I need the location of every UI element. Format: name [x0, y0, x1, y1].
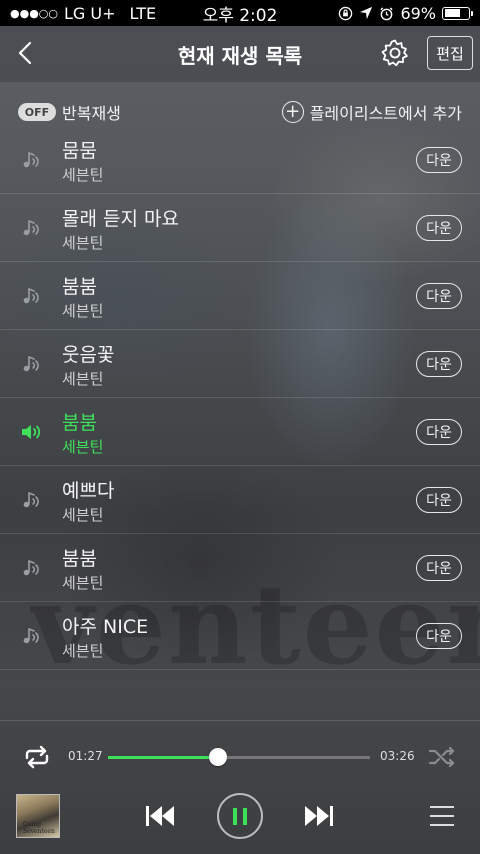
add-from-playlist-label: 플레이리스트에서 추가	[309, 104, 462, 123]
download-button[interactable]: 다운	[416, 351, 462, 377]
battery-percent: 69%	[400, 3, 436, 23]
hamburger-menu-icon[interactable]	[428, 803, 456, 829]
track-title: 아주 NICE	[62, 616, 149, 638]
note-sound-icon	[23, 288, 39, 304]
track-row[interactable]: 붐붐세븐틴 다운	[0, 534, 480, 602]
download-button[interactable]: 다운	[416, 487, 462, 513]
note-sound-icon	[23, 220, 39, 236]
skip-previous-icon[interactable]	[143, 801, 177, 831]
track-artist: 세븐틴	[62, 166, 104, 184]
alarm-icon	[380, 6, 394, 20]
track-title: 붐붐	[62, 276, 97, 298]
status-right: 69%	[300, 3, 473, 23]
album-art-thumbnail[interactable]: Going Seventeen	[16, 794, 60, 838]
track-row[interactable]: 웃음꽃세븐틴 다운	[0, 330, 480, 398]
progress-slider[interactable]	[108, 748, 370, 766]
plus-circle-icon: +	[281, 101, 304, 123]
network-label: LTE	[129, 3, 157, 23]
track-title: 예쁘다	[62, 480, 115, 502]
album-thumb-text: Going Seventeen	[23, 821, 55, 835]
track-title: 붐붐	[62, 412, 97, 434]
track-artist: 세븐틴	[62, 302, 104, 320]
note-sound-icon	[23, 356, 39, 372]
repeat-toggle[interactable]: OFF	[18, 103, 56, 121]
note-sound-icon	[23, 492, 39, 508]
page-title: 현재 재생 목록	[177, 43, 303, 68]
track-artist: 세븐틴	[62, 506, 104, 524]
back-chevron-icon[interactable]	[12, 38, 42, 68]
pause-icon	[233, 808, 237, 825]
gear-icon[interactable]	[380, 38, 410, 68]
add-from-playlist-button[interactable]: + 플레이리스트에서 추가	[281, 100, 462, 124]
location-arrow-icon	[360, 6, 373, 20]
skip-next-icon[interactable]	[302, 801, 336, 831]
carrier-label: LG U+	[64, 3, 116, 23]
track-artist: 세븐틴	[62, 370, 104, 388]
track-row[interactable]: 예쁘다세븐틴 다운	[0, 466, 480, 534]
download-button[interactable]: 다운	[416, 147, 462, 173]
signal-strength-icon: ●●●○○	[10, 6, 58, 20]
download-button[interactable]: 다운	[416, 419, 462, 445]
current-time: 01:27	[68, 749, 103, 763]
rotation-lock-icon	[339, 6, 353, 20]
track-artist: 세븐틴	[62, 438, 104, 456]
track-title: 몰래 듣지 마요	[62, 208, 179, 230]
battery-icon	[442, 6, 473, 20]
nav-header: 현재 재생 목록 편집	[0, 26, 480, 82]
track-artist: 세븐틴	[62, 234, 104, 252]
track-list: 뭄뭄 세븐틴 다운 몰래 듣지 마요 세븐틴 다운 붐붐 세븐틴 다운 웃음꽃 세븐틴 다운 붐붐 세븐틴…	[0, 142, 480, 670]
track-row[interactable]: 몰래 듣지 마요세븐틴 다운	[0, 194, 480, 262]
repeat-icon[interactable]	[22, 745, 52, 769]
playlist-options-bar: OFF 반복재생 + 플레이리스트에서 추가	[0, 82, 480, 142]
download-button[interactable]: 다운	[416, 623, 462, 649]
track-artist: 세븐틴	[62, 574, 104, 592]
status-left: ●●●○○ LG U+ LTE	[10, 4, 180, 23]
status-time: 오후 2:02	[202, 5, 278, 26]
status-bar: ●●●○○ LG U+ LTE 오후 2:02 69%	[0, 0, 480, 26]
track-row[interactable]: 붐붐세븐틴 다운	[0, 262, 480, 330]
repeat-label: 반복재생	[62, 104, 121, 123]
speaker-icon	[22, 425, 41, 439]
mini-player: 01:27 03:26 Going Seventeen	[0, 720, 480, 854]
download-button[interactable]: 다운	[416, 283, 462, 309]
track-title: 웃음꽃	[62, 344, 115, 366]
shuffle-icon[interactable]	[428, 745, 456, 769]
pause-button[interactable]	[217, 793, 263, 839]
track-title: 붐붐	[62, 548, 97, 570]
progress-played	[108, 756, 219, 759]
download-button[interactable]: 다운	[416, 555, 462, 581]
track-artist: 세븐틴	[62, 642, 104, 660]
track-row[interactable]: 뭄뭄세븐틴 다운	[0, 142, 480, 194]
download-button[interactable]: 다운	[416, 215, 462, 241]
now-playing-list[interactable]: 뭄뭄 세븐틴 다운 몰래 듣지 마요 세븐틴 다운 붐붐 세븐틴 다운 웃음꽃 세븐틴 다운 붐붐 세븐틴…	[0, 142, 480, 720]
track-title: 뭄뭄	[62, 142, 97, 162]
track-row[interactable]: 아주 NICE 세븐틴 다운	[0, 602, 480, 670]
progress-knob[interactable]	[209, 748, 228, 766]
pause-icon-bar	[243, 808, 247, 825]
total-time: 03:26	[380, 749, 415, 763]
edit-button[interactable]: 편집	[427, 36, 473, 70]
note-sound-icon	[23, 560, 39, 576]
track-row[interactable]: 붐붐세븐틴 다운	[0, 398, 480, 466]
note-sound-icon	[23, 152, 39, 168]
note-sound-icon	[23, 628, 39, 644]
